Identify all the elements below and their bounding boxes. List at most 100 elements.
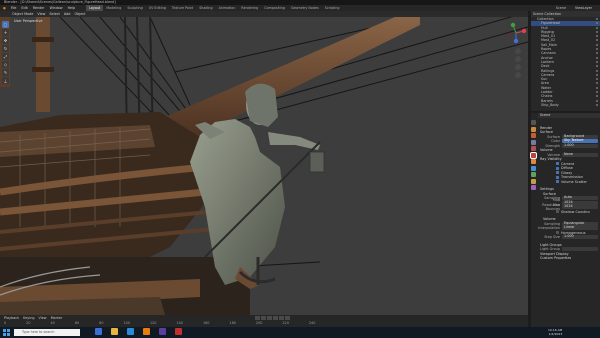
render-tab-icon[interactable] — [531, 126, 536, 132]
playback-menu[interactable]: Playback — [4, 316, 19, 320]
frame-label: 140 — [176, 321, 183, 325]
menu-edit[interactable]: Edit — [21, 6, 27, 10]
viewport-nav-controls — [514, 46, 522, 80]
visibility-eye-icon[interactable] — [596, 82, 598, 85]
object-mode-dropdown[interactable]: Object Mode — [12, 12, 33, 16]
3d-viewport[interactable] — [0, 17, 528, 315]
zoom-icon[interactable] — [515, 48, 521, 54]
constraint-tab-icon[interactable] — [531, 178, 536, 184]
frame-label: 80 — [99, 321, 104, 325]
visibility-eye-icon[interactable] — [596, 43, 598, 46]
add-menu[interactable]: Add — [64, 12, 71, 16]
step-size-value[interactable]: 1.000 — [562, 235, 598, 240]
max-bounces-value[interactable]: 1024 — [562, 205, 598, 210]
frame-label: 20 — [26, 321, 31, 325]
transform-icon[interactable]: ◇ — [2, 61, 9, 68]
material-tab-icon[interactable] — [531, 185, 536, 190]
visibility-eye-icon[interactable] — [596, 30, 598, 33]
visibility-eye-icon[interactable] — [596, 99, 598, 102]
windows-start-icon[interactable] — [3, 329, 10, 336]
visibility-eye-icon[interactable] — [596, 69, 598, 72]
marker-menu[interactable]: Marker — [51, 316, 63, 320]
ray-glossy-label: Glossy — [561, 170, 573, 175]
light-group-label: Light Group — [540, 247, 560, 251]
interpolation-value[interactable]: Linear — [562, 226, 598, 231]
visibility-eye-icon[interactable] — [596, 39, 598, 42]
media-app-icon[interactable] — [175, 328, 182, 335]
visibility-eye-icon[interactable] — [596, 103, 598, 106]
menu-help[interactable]: Help — [68, 6, 76, 10]
visibility-eye-icon[interactable] — [596, 56, 598, 59]
blender-app-icon[interactable] — [143, 328, 150, 335]
visibility-eye-icon[interactable] — [596, 95, 598, 98]
blender-logo-icon[interactable]: ● — [3, 6, 6, 10]
outliner-item[interactable]: Ship_Body — [531, 103, 600, 107]
visibility-eye-icon[interactable] — [596, 86, 598, 89]
rotate-icon[interactable]: ↻ — [2, 45, 9, 52]
section-custom-properties[interactable]: Custom Properties — [538, 256, 600, 261]
step-forward-icon[interactable] — [279, 316, 284, 320]
timeline-view-menu[interactable]: View — [39, 316, 47, 320]
visibility-eye-icon[interactable] — [596, 65, 598, 68]
play-reverse-icon[interactable] — [267, 316, 272, 320]
visibility-eye-icon[interactable] — [596, 35, 598, 38]
menu-window[interactable]: Window — [50, 6, 63, 10]
camera-view-icon[interactable] — [515, 64, 521, 70]
modifier-tab-icon[interactable] — [531, 165, 536, 171]
visibility-eye-icon[interactable] — [596, 73, 598, 76]
move-icon[interactable]: ✥ — [2, 37, 9, 44]
visibility-eye-icon[interactable] — [596, 52, 598, 55]
teams-icon[interactable] — [159, 328, 166, 335]
physics-tab-icon[interactable] — [531, 172, 536, 177]
visibility-eye-icon[interactable] — [596, 48, 598, 51]
frame-label: 240 — [308, 321, 316, 325]
scene-tab-icon[interactable] — [531, 146, 536, 151]
jump-start-icon[interactable] — [255, 316, 260, 320]
keying-menu[interactable]: Keying — [23, 316, 34, 320]
taskbar-search-input[interactable]: Type here to search — [14, 329, 80, 336]
light-group-field[interactable] — [562, 247, 598, 252]
object-tab-icon[interactable] — [531, 159, 536, 164]
select-menu[interactable]: Select — [49, 12, 59, 16]
scale-icon[interactable]: ⤢ — [2, 53, 9, 60]
view-menu[interactable]: View — [37, 12, 45, 16]
object-menu[interactable]: Object — [74, 12, 85, 16]
visibility-eye-icon[interactable] — [596, 91, 598, 94]
window-title: Blender - [D:\Shared\Scenes\Galleon\scul… — [4, 0, 116, 4]
cursor-icon[interactable]: + — [2, 29, 9, 36]
outliner-list: Collection Figurehead Hull Rigging Mast_01 Ma… — [531, 17, 600, 111]
visibility-eye-icon[interactable] — [596, 78, 598, 81]
visibility-eye-icon[interactable] — [596, 18, 598, 20]
menu-render[interactable]: Render — [33, 6, 45, 10]
menu-file[interactable]: File — [11, 6, 17, 10]
visibility-eye-icon[interactable] — [596, 26, 598, 29]
volume-value[interactable]: None — [562, 152, 598, 157]
edge-browser-icon[interactable] — [95, 328, 102, 335]
properties-tabs — [530, 119, 537, 239]
view-layer-selector[interactable]: ViewLayer — [575, 6, 592, 10]
os-taskbar — [0, 327, 600, 338]
visibility-eye-icon[interactable] — [596, 60, 598, 63]
playback-controls — [255, 316, 290, 320]
store-icon[interactable] — [127, 328, 134, 335]
ray-diffuse-label: Diffuse — [561, 166, 573, 171]
tool-tab-icon[interactable] — [531, 120, 536, 125]
jump-end-icon[interactable] — [285, 316, 290, 320]
world-tab-icon[interactable] — [530, 151, 537, 159]
scene-selector[interactable]: Scene — [556, 6, 566, 10]
perspective-toggle-icon[interactable] — [515, 72, 521, 78]
pan-icon[interactable] — [515, 56, 521, 62]
view-layer-tab-icon[interactable] — [531, 139, 536, 145]
step-back-icon[interactable] — [261, 316, 266, 320]
select-box-icon[interactable]: ▢ — [2, 21, 9, 28]
annotate-icon[interactable]: ✎ — [2, 69, 9, 76]
output-tab-icon[interactable] — [531, 133, 536, 138]
frame-label: 160 — [202, 321, 210, 325]
file-explorer-icon[interactable] — [111, 328, 118, 335]
play-icon[interactable] — [273, 316, 278, 320]
measure-icon[interactable]: ⟂ — [2, 77, 9, 84]
visibility-eye-icon[interactable] — [596, 22, 598, 25]
system-tray[interactable]: 10:16 AM 1/4/2023 — [548, 328, 562, 336]
strength-value[interactable]: 1.000 — [562, 143, 598, 148]
navigation-gizmo[interactable] — [505, 22, 527, 44]
